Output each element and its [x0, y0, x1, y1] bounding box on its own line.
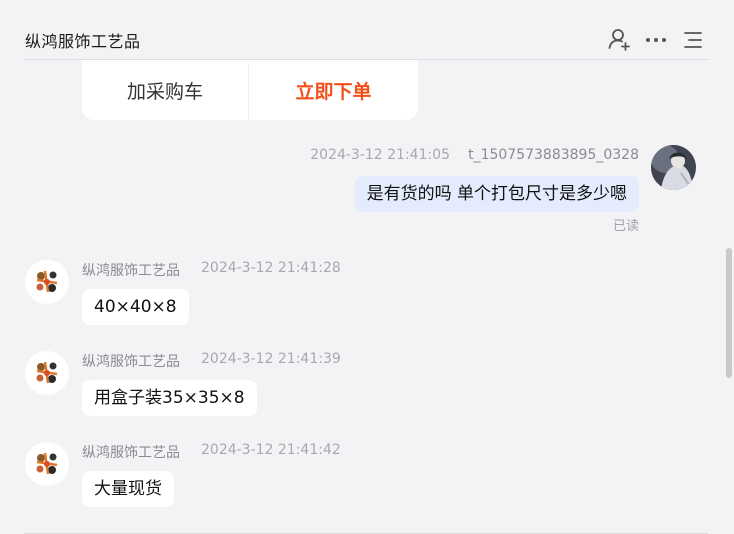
chat-title: 纵鸿服饰工艺品 — [25, 32, 141, 51]
message-time: 2024-3-12 21:41:42 — [201, 442, 341, 458]
more-icon[interactable] — [643, 27, 669, 53]
buy-now-button[interactable]: 立即下单 — [249, 60, 418, 120]
message-bubble-theirs: 用盒子装35×35×8 — [82, 380, 257, 416]
add-to-cart-button[interactable]: 加采购车 — [82, 60, 248, 120]
product-order-card: 加采购车 立即下单 — [82, 60, 418, 120]
shop-avatar[interactable] — [25, 351, 69, 395]
user-add-icon[interactable] — [606, 27, 632, 53]
message-sender: 纵鸿服饰工艺品 — [82, 263, 180, 279]
shop-avatar[interactable] — [25, 260, 69, 304]
message-sender: 纵鸿服饰工艺品 — [82, 445, 180, 461]
message-bubble-theirs: 40×40×8 — [82, 289, 189, 325]
message-sender: t_1507573883895_0328 — [468, 147, 639, 163]
message-bubble-theirs: 大量现货 — [82, 471, 174, 507]
my-avatar[interactable] — [651, 145, 696, 190]
chat-header: 纵鸿服饰工艺品 — [0, 0, 734, 60]
message-time: 2024-3-12 21:41:39 — [201, 351, 341, 367]
shop-avatar[interactable] — [25, 442, 69, 486]
message-sender: 纵鸿服饰工艺品 — [82, 354, 180, 370]
list-icon[interactable] — [680, 27, 706, 53]
message-time: 2024-3-12 21:41:28 — [201, 260, 341, 276]
message-bubble-mine: 是有货的吗 单个打包尺寸是多少嗯 — [354, 176, 639, 212]
chat-scrollbar[interactable] — [726, 248, 732, 378]
read-status: 已读 — [612, 219, 639, 234]
message-time: 2024-3-12 21:41:05 — [310, 147, 450, 163]
